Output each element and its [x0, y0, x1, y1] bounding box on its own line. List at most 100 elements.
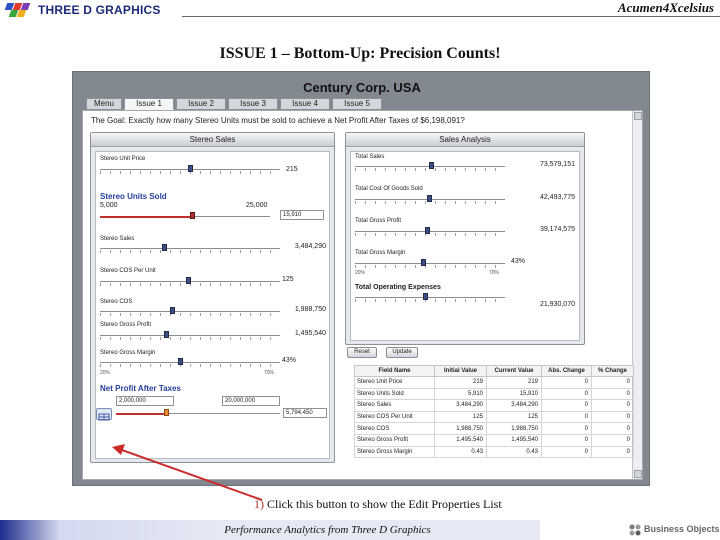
table-cell: Stereo Unit Price [354, 376, 435, 389]
col-field-name[interactable]: Field Name [354, 365, 435, 377]
slider-thumb[interactable] [178, 358, 183, 365]
npat-high-input[interactable]: 20,000,000 [222, 396, 280, 406]
stereo-sales-body: Stereo Unit Price 215 Stereo Units Sold … [95, 151, 330, 459]
units-sold-min: 5,000 [100, 202, 118, 209]
gross-margin-slider[interactable] [100, 358, 280, 367]
table-cell: 0.43 [486, 445, 542, 459]
sales-analysis-title: Sales Analysis [346, 133, 584, 147]
table-cell: 0 [591, 387, 634, 401]
cos-per-unit-slider[interactable] [100, 277, 280, 286]
tab-issue-2[interactable]: Issue 2 [176, 98, 226, 110]
three-d-graphics-logo: THREE D GRAPHICS [4, 3, 180, 19]
npat-slider[interactable] [116, 409, 280, 418]
unit-price-value: 215 [286, 166, 298, 173]
table-cell: 1,988,750 [434, 422, 487, 435]
header-rule [182, 16, 720, 17]
brand-title: Acumen4Xcelsius [617, 0, 714, 15]
col-pct-change[interactable]: % Change [591, 365, 634, 377]
table-cell: 219 [434, 376, 487, 389]
total-cogs-slider[interactable] [355, 195, 505, 204]
table-cell: 1,495,540 [434, 433, 487, 447]
edit-properties-grid: Field Name Initial Value Current Value A… [354, 365, 634, 481]
total-gp-slider[interactable] [355, 227, 505, 236]
total-cogs-value: 42,493,775 [539, 194, 575, 201]
edit-properties-button[interactable] [96, 408, 112, 421]
table-row[interactable]: Stereo Gross Profit 1,495,540 1,495,540 0 0 [354, 433, 634, 447]
slider-thumb[interactable] [164, 409, 169, 416]
table-cell: 0 [541, 410, 592, 424]
table-row[interactable]: Stereo Unit Price 219 219 0 0 [354, 376, 634, 389]
slider-thumb[interactable] [170, 307, 175, 314]
cos-per-unit-value: 125 [282, 276, 294, 283]
table-row[interactable]: Stereo Units Sold 5,910 15,910 0 0 [354, 387, 634, 401]
slider-thumb[interactable] [190, 212, 195, 219]
goal-text: The Goal: Exactly how many Stereo Units … [91, 116, 465, 125]
col-initial-value[interactable]: Initial Value [434, 365, 487, 377]
total-gm-label: Total Gross Margin [355, 250, 406, 256]
business-objects-logo: Business Objects [628, 521, 720, 539]
issue-canvas: The Goal: Exactly how many Stereo Units … [82, 110, 643, 480]
slider-thumb[interactable] [421, 259, 426, 266]
col-abs-change[interactable]: Abs. Change [541, 365, 592, 377]
tgm-max: 70% [489, 270, 500, 276]
gross-profit-slider[interactable] [100, 331, 280, 340]
cos-per-unit-label: Stereo COS Per Unit [100, 268, 156, 274]
table-cell: 0 [541, 399, 592, 412]
slider-thumb[interactable] [427, 195, 432, 202]
tab-issue-3[interactable]: Issue 3 [228, 98, 278, 110]
update-button[interactable]: Update [386, 347, 418, 358]
tab-menu[interactable]: Menu [86, 98, 122, 110]
total-gm-slider[interactable] [355, 259, 505, 268]
units-sold-slider[interactable] [100, 212, 270, 221]
reset-button[interactable]: Reset [347, 347, 377, 358]
slider-thumb[interactable] [425, 227, 430, 234]
table-cell: 0.43 [434, 445, 487, 459]
unit-price-slider[interactable] [100, 165, 280, 174]
opex-slider[interactable] [355, 293, 505, 302]
table-cell: 0 [591, 422, 634, 435]
total-sales-slider[interactable] [355, 162, 505, 171]
cos-slider[interactable] [100, 307, 280, 316]
table-row[interactable]: Stereo COS Per Unit 125 125 0 0 [354, 410, 634, 424]
sales-analysis-panel: Sales Analysis Total Sales 73,579,151 To… [345, 132, 585, 345]
table-cell: 125 [486, 410, 542, 424]
table-cell: Stereo Sales [354, 399, 435, 412]
tab-issue-1[interactable]: Issue 1 [124, 98, 174, 110]
table-cell: 0 [591, 376, 634, 389]
table-row[interactable]: Stereo Sales 3,484,290 3,484,290 0 0 [354, 399, 634, 412]
tab-issue-5[interactable]: Issue 5 [332, 98, 382, 110]
callout-instruction: Click this button to show the Edit Prope… [264, 497, 502, 511]
table-cell: 0 [591, 399, 634, 412]
slider-thumb[interactable] [162, 244, 167, 251]
slider-thumb[interactable] [188, 165, 193, 172]
table-cell: 0 [591, 445, 634, 459]
slider-thumb[interactable] [164, 331, 169, 338]
table-cell: 0 [541, 445, 592, 459]
tgm-min: 20% [355, 270, 366, 276]
table-cell: 0 [591, 433, 634, 447]
sales-slider[interactable] [100, 244, 280, 253]
slider-thumb[interactable] [423, 293, 428, 300]
opex-value: 21,930,070 [539, 301, 575, 308]
xcelsius-app: Century Corp. USA Menu Issue 1 Issue 2 I… [72, 71, 650, 486]
table-cell: 1,988,750 [486, 422, 542, 435]
logo-mark-icon [4, 3, 34, 17]
table-row[interactable]: Stereo COS 1,988,750 1,988,750 0 0 [354, 422, 634, 435]
table-row[interactable]: Stereo Gross Margin 0.43 0.43 0 0 [354, 445, 634, 459]
gross-profit-label: Stereo Gross Profit [100, 322, 152, 328]
table-cell: 0 [541, 376, 592, 389]
col-current-value[interactable]: Current Value [486, 365, 542, 377]
scroll-down-icon[interactable] [634, 470, 642, 478]
slider-thumb[interactable] [429, 162, 434, 169]
scroll-up-icon[interactable] [634, 112, 642, 120]
cos-label: Stereo COS [100, 299, 133, 305]
table-cell: Stereo COS Per Unit [354, 410, 435, 424]
slider-thumb[interactable] [186, 277, 191, 284]
tab-issue-4[interactable]: Issue 4 [280, 98, 330, 110]
table-cell: 1,495,540 [486, 433, 542, 447]
npat-low-input[interactable]: 2,000,000 [116, 396, 174, 406]
stereo-sales-title: Stereo Sales [91, 133, 334, 147]
units-sold-input[interactable]: 15,910 [280, 210, 324, 220]
table-cell: 3,484,290 [486, 399, 542, 412]
business-objects-mark-icon [629, 524, 641, 536]
